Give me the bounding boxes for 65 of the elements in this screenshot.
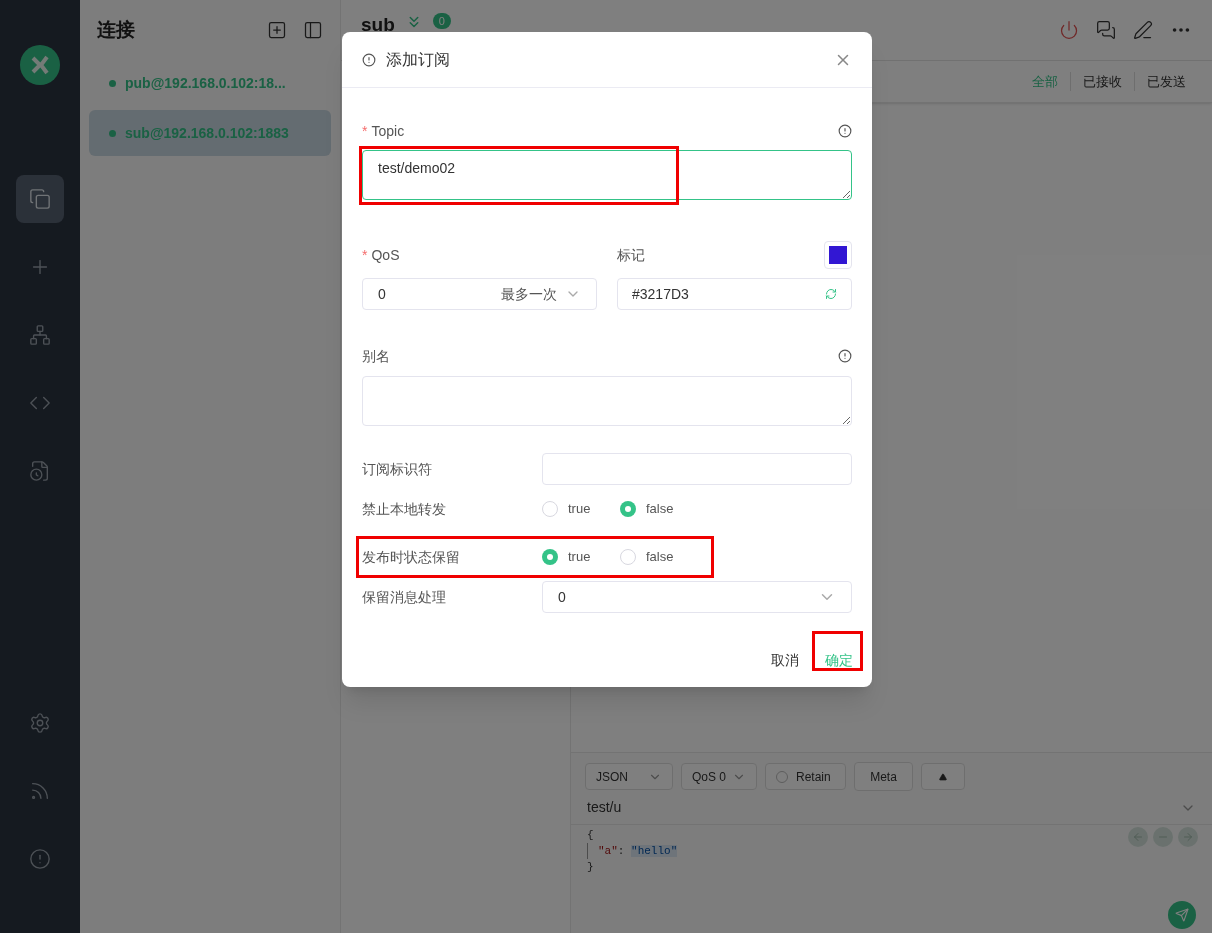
radio-label: true: [568, 500, 591, 519]
subscription-id-input[interactable]: [542, 453, 852, 485]
confirm-button[interactable]: 确定: [817, 643, 861, 677]
info-icon: [838, 124, 852, 138]
color-input[interactable]: #3217D3: [617, 278, 852, 310]
radio-button[interactable]: [542, 549, 558, 565]
qos-select[interactable]: QoS 0: [681, 763, 757, 790]
alias-input[interactable]: [362, 376, 852, 426]
stop-button[interactable]: [1153, 827, 1173, 847]
radio-button[interactable]: [620, 501, 636, 517]
field-label: 别名: [362, 346, 390, 366]
filter-tab[interactable]: 已接收: [1070, 71, 1134, 92]
retain-handling-select[interactable]: 0: [542, 581, 852, 613]
connections-icon: [29, 188, 51, 210]
info-icon: [362, 52, 376, 67]
meta-button[interactable]: Meta: [854, 762, 913, 791]
topic-input[interactable]: test/demo02: [362, 150, 852, 200]
panel-title: 连接: [97, 17, 135, 42]
refresh-icon[interactable]: [825, 288, 837, 300]
nav-button[interactable]: [16, 175, 64, 223]
logo-icon: [20, 45, 60, 85]
code-line: }: [587, 860, 595, 875]
field-label: 保留消息处理: [362, 587, 447, 607]
previous-button[interactable]: [1128, 827, 1148, 847]
panel-toggle-icon[interactable]: [303, 20, 323, 40]
settings-icon: [29, 712, 51, 734]
arrow-right-icon: [1182, 831, 1194, 843]
count-badge: 0: [432, 13, 451, 29]
edit-icon[interactable]: [1133, 20, 1153, 40]
filter-tab[interactable]: 已发送: [1134, 71, 1198, 92]
arrow-left-icon: [1132, 831, 1144, 843]
field-label: * Topic: [362, 121, 405, 141]
log-icon: [29, 460, 51, 482]
feed-icon: [29, 780, 51, 802]
dialog-title: 添加订阅: [386, 49, 450, 70]
chat-icon[interactable]: [1096, 20, 1116, 40]
send-icon: [1175, 908, 1189, 922]
topic-field[interactable]: test/u: [587, 797, 1180, 818]
code-line: {: [587, 828, 595, 843]
info-icon: [838, 349, 852, 363]
radio-button[interactable]: [542, 501, 558, 517]
color-picker[interactable]: [824, 241, 852, 269]
info-icon: [29, 848, 51, 870]
radio-label: true: [568, 548, 591, 567]
field-label: 标记: [617, 245, 645, 265]
cancel-button[interactable]: 取消: [767, 649, 803, 671]
format-select[interactable]: JSON: [585, 763, 673, 790]
retain-checkbox[interactable]: Retain: [765, 763, 846, 790]
send-button[interactable]: [1168, 901, 1196, 929]
power-icon[interactable]: [1059, 20, 1079, 40]
field-label: 发布时状态保留: [362, 547, 461, 567]
connection-title: sub: [361, 13, 395, 37]
qos-select[interactable]: 0 最多一次: [362, 278, 597, 310]
field-label: 订阅标识符: [362, 459, 433, 479]
field-label: 禁止本地转发: [362, 499, 447, 519]
radio-button[interactable]: [620, 549, 636, 565]
triangle-icon: [939, 772, 947, 781]
radio-label: false: [646, 500, 674, 519]
expand-button[interactable]: [921, 763, 965, 790]
new-connection-icon[interactable]: [267, 20, 287, 40]
next-button[interactable]: [1178, 827, 1198, 847]
network-icon: [29, 324, 51, 346]
code-line: "a": "hello": [587, 843, 678, 859]
radio-label: false: [646, 548, 674, 567]
field-label: * QoS: [362, 245, 400, 265]
